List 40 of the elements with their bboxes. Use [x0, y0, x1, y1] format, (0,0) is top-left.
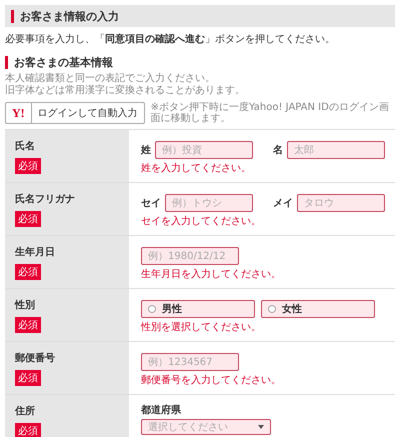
input-field[interactable]: 例）トウシ — [165, 194, 253, 212]
input-field[interactable]: 例）1234567 — [141, 353, 239, 371]
row-label: 郵便番号 — [15, 352, 55, 365]
error-message: 性別を選択してください。 — [141, 320, 262, 334]
error-message: セイを入力してください。 — [141, 214, 262, 228]
error-message: 姓を入力してください。 — [141, 162, 252, 175]
input-field[interactable]: 例）1980/12/12 — [141, 247, 239, 265]
field-label: 名 — [273, 144, 283, 157]
row-label: 性別 — [15, 298, 35, 312]
field-label: セイ — [141, 197, 161, 210]
page-title: お客さま情報の入力 — [20, 8, 119, 24]
login-button[interactable]: Y! ログインして自動入力 — [5, 102, 145, 124]
field-label: メイ — [273, 197, 293, 210]
required-badge: 必須 — [15, 158, 41, 174]
radio-option[interactable]: 男性 — [141, 300, 255, 318]
input-field[interactable]: 太郎 — [287, 141, 385, 159]
row-label: 住所 — [15, 404, 35, 418]
instruction-text: 必要事項を入力し、「同意項目の確認へ進む」ボタンを押してください。 — [5, 32, 336, 46]
required-badge: 必須 — [15, 211, 41, 227]
note-text: ※ボタン押下時に一度Yahoo! JAPAN IDのログイン画面に移動します。 — [150, 102, 390, 124]
error-message: 郵便番号を入力してください。 — [141, 374, 282, 387]
input-field[interactable]: 例）投資 — [155, 141, 253, 159]
required-badge: 必須 — [15, 264, 41, 280]
row-label: 氏名フリガナ — [15, 192, 75, 206]
field-label: 姓 — [141, 144, 151, 157]
note-text: 本人確認書類と同一の表記でご入力ください。 — [5, 73, 216, 84]
row-label: 生年月日 — [15, 246, 55, 259]
row-label: 氏名 — [15, 140, 35, 153]
required-badge: 必須 — [15, 370, 41, 386]
required-badge: 必須 — [15, 317, 41, 333]
caret-icon — [258, 425, 264, 429]
required-badge: 必須 — [15, 423, 41, 437]
accent-bar — [5, 56, 8, 69]
section-title: お客さまの基本情報 — [14, 55, 113, 70]
note-text: 旧字体などは常用漢字に変換されることがあります。 — [5, 85, 246, 97]
input-field[interactable]: タロウ — [297, 194, 385, 212]
field-label: 都道府県 — [141, 403, 182, 417]
accent-bar — [11, 10, 14, 22]
radio-option[interactable]: 女性 — [261, 300, 375, 318]
error-message: 生年月日を入力してください。 — [141, 268, 282, 281]
